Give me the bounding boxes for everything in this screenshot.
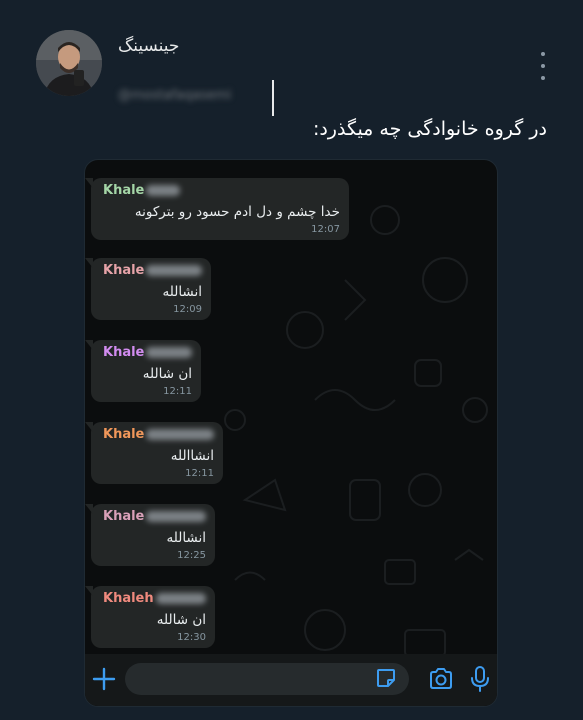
message-text: انشالله (162, 284, 203, 300)
message-time: 12:30 (177, 632, 206, 643)
camera-icon[interactable] (428, 666, 454, 692)
sender-redaction (146, 265, 202, 276)
sender-name: Khale (103, 345, 145, 360)
sender-name: Khale (103, 509, 145, 524)
message-time: 12:25 (177, 550, 206, 561)
sender-name: Khale (103, 263, 145, 278)
message-composer (85, 654, 497, 706)
chat-message[interactable]: Khale انشالله 12:25 (85, 504, 215, 566)
mic-icon[interactable] (469, 665, 491, 693)
message-time: 12:11 (185, 468, 214, 479)
message-input[interactable] (125, 663, 409, 695)
sender-name: Khale (103, 183, 145, 198)
sender-redaction (146, 429, 214, 440)
message-text: ان شالله (156, 612, 206, 628)
text-cursor (272, 80, 274, 116)
message-time: 12:11 (163, 386, 192, 397)
chat-message[interactable]: Khale ان شالله 12:11 (85, 340, 201, 402)
chat-message[interactable]: Khale انشالله 12:09 (85, 258, 211, 320)
avatar-photo (36, 30, 102, 96)
sender-redaction (155, 593, 206, 604)
chat-screenshot[interactable]: Khale خدا چشم و دل ادم حسود رو بترکونه 1… (84, 159, 498, 707)
more-vertical-icon[interactable] (536, 52, 550, 80)
sender-redaction (146, 185, 181, 196)
sticker-icon[interactable] (375, 667, 397, 689)
avatar[interactable] (36, 30, 102, 96)
message-text: انشاالله (170, 448, 214, 464)
message-text: ان شالله (142, 366, 192, 382)
chat-message[interactable]: Khaleh ان شالله 12:30 (85, 586, 215, 648)
sender-redaction (146, 511, 206, 522)
sender-redaction (146, 347, 192, 358)
sender-name: Khale (103, 427, 145, 442)
author-name[interactable]: جینسینگ (118, 36, 179, 56)
message-time: 12:07 (311, 224, 340, 235)
message-text: خدا چشم و دل ادم حسود رو بترکونه (134, 204, 340, 220)
chat-message[interactable]: Khale خدا چشم و دل ادم حسود رو بترکونه 1… (85, 178, 349, 240)
plus-icon[interactable] (91, 666, 117, 692)
chat-message[interactable]: Khale انشاالله 12:11 (85, 422, 223, 484)
author-handle[interactable]: @mostafaqasemi (118, 88, 270, 108)
message-time: 12:09 (173, 304, 202, 315)
sender-name: Khaleh (103, 591, 154, 606)
message-text: انشالله (166, 530, 207, 546)
tweet-text: در گروه خانوادگی چه میگذرد: (312, 118, 547, 140)
